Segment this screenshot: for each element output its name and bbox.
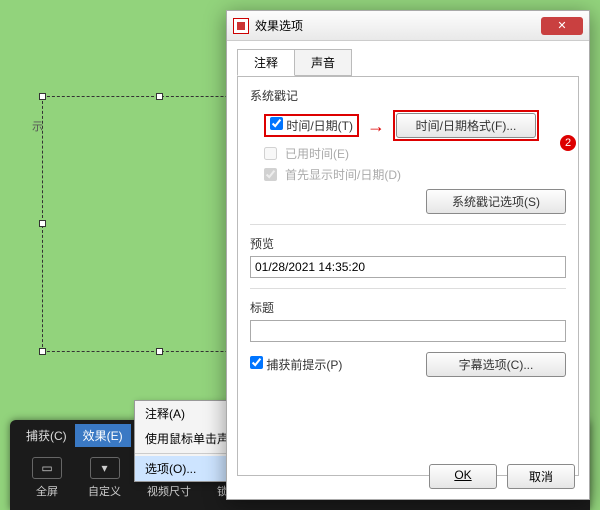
- tool-custom[interactable]: ▾ 自定义: [88, 457, 121, 499]
- tool-label: 全屏: [36, 483, 58, 499]
- tab-row: 注释 声音: [227, 41, 589, 76]
- cb-show-first: [264, 168, 277, 181]
- resize-handle[interactable]: [39, 348, 46, 355]
- tool-label: 自定义: [88, 483, 121, 499]
- custom-icon: ▾: [90, 457, 120, 479]
- dialog-title: 效果选项: [255, 17, 303, 34]
- cancel-button[interactable]: 取消: [507, 464, 575, 489]
- dialog-titlebar[interactable]: 效果选项: [227, 11, 589, 41]
- menu-capture[interactable]: 捕获(C): [18, 424, 75, 447]
- annotation-num-2: 2: [560, 135, 576, 151]
- ok-button[interactable]: OK: [429, 464, 497, 489]
- cb-time-date-label: 时间/日期(T): [286, 119, 353, 133]
- cb-elapsed-label: 已用时间(E): [285, 145, 349, 162]
- label-caption: 标题: [250, 299, 566, 316]
- caption-input[interactable]: [250, 320, 566, 342]
- btn-sysstamp-options[interactable]: 系统戳记选项(S): [426, 189, 566, 214]
- dialog-buttons: OK 取消: [429, 464, 575, 489]
- highlight-format-btn: 时间/日期格式(F)...: [393, 110, 539, 141]
- tab-sound[interactable]: 声音: [294, 49, 352, 76]
- cb-elapsed: [264, 147, 277, 160]
- cb-show-first-label: 首先显示时间/日期(D): [285, 166, 401, 183]
- app-icon: [233, 18, 249, 34]
- resize-handle[interactable]: [39, 220, 46, 227]
- resize-handle[interactable]: [39, 93, 46, 100]
- btn-caption-options[interactable]: 字幕选项(C)...: [426, 352, 566, 377]
- resize-handle[interactable]: [156, 93, 163, 100]
- arrow-icon: →: [367, 117, 385, 135]
- menu-effects[interactable]: 效果(E): [75, 424, 131, 447]
- effects-options-dialog: 效果选项 注释 声音 系统戳记 时间/日期(T) → 时间/日期格式(F)...…: [226, 10, 590, 500]
- btn-time-date-format[interactable]: 时间/日期格式(F)...: [396, 113, 536, 138]
- close-button[interactable]: [541, 17, 583, 35]
- tool-fullscreen[interactable]: ▭ 全屏: [32, 457, 62, 499]
- tab-annotation[interactable]: 注释: [237, 49, 295, 76]
- tab-content-annotation: 系统戳记 时间/日期(T) → 时间/日期格式(F)... 2 已用时间(E) …: [237, 76, 579, 476]
- cb-prompt-label: 捕获前提示(P): [266, 358, 342, 372]
- preview-field: [250, 256, 566, 278]
- canvas-label: 示: [32, 118, 43, 134]
- group-system-stamp: 系统戳记: [250, 87, 566, 104]
- label-preview: 预览: [250, 235, 566, 252]
- cb-time-date[interactable]: [270, 117, 283, 130]
- highlight-time-date: 时间/日期(T): [264, 114, 359, 137]
- fullscreen-icon: ▭: [32, 457, 62, 479]
- cb-prompt-before[interactable]: [250, 356, 263, 369]
- resize-handle[interactable]: [156, 348, 163, 355]
- tool-label: 视频尺寸: [147, 483, 191, 499]
